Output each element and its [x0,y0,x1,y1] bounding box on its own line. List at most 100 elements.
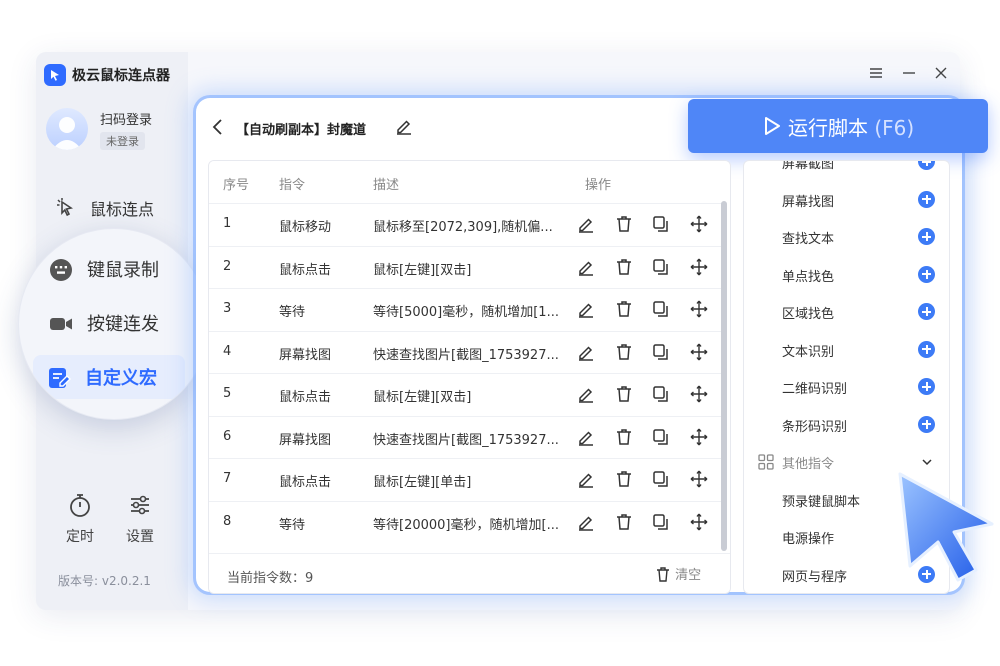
row-description: 鼠标[左键][单击] [373,475,472,490]
drag-move-icon[interactable] [690,343,708,361]
copy-icon[interactable] [652,428,670,446]
command-item[interactable]: 单点找色 [744,256,949,293]
drag-move-icon[interactable] [690,470,708,488]
add-command-icon[interactable] [918,190,935,208]
delete-icon[interactable] [615,300,633,318]
row-index: 2 [223,258,232,274]
add-command-icon[interactable] [918,161,935,170]
table-row[interactable]: 7 鼠标点击 鼠标[左键][单击] [209,458,723,501]
app-title: 极云鼠标连点器 [72,68,170,84]
row-command: 鼠标点击 [279,262,332,278]
command-label: 预录键鼠脚本 [782,494,861,510]
row-description: 快速查找图片[截图_1753927... [373,432,559,448]
add-command-icon[interactable] [918,303,935,320]
edit-icon[interactable] [577,470,595,488]
table-row[interactable]: 2 鼠标点击 鼠标[左键][双击] [209,245,723,289]
copy-icon[interactable] [652,513,670,531]
delete-icon[interactable] [615,428,633,446]
row-description: 快速查找图片[截图_1753927... [373,347,559,363]
delete-icon[interactable] [615,343,633,361]
edit-icon[interactable] [577,428,595,446]
add-command-icon[interactable] [918,415,935,433]
delete-icon[interactable] [615,258,633,276]
row-command: 鼠标点击 [279,475,332,490]
edit-icon[interactable] [577,258,595,276]
edit-icon[interactable] [577,343,595,361]
copy-icon[interactable] [652,258,670,276]
row-command: 鼠标点击 [279,390,332,405]
minimize-icon[interactable] [902,66,916,80]
nav-label: 按键连发 [87,314,159,335]
table-row[interactable]: 6 屏幕找图 快速查找图片[截图_1753927... [209,415,723,459]
add-command-icon[interactable] [918,340,935,358]
command-table: 序号 指令 描述 操作 1 鼠标移动 鼠标移至[2072,309],随机偏... 2 鼠… [208,160,731,594]
drag-move-icon[interactable] [690,513,708,531]
edit-icon[interactable] [577,513,595,531]
back-arrow-icon[interactable] [209,116,227,138]
copy-icon[interactable] [652,385,670,403]
add-command-icon[interactable] [918,228,935,245]
command-item[interactable]: 二维码识别 [744,368,949,405]
add-command-icon[interactable] [918,265,935,283]
command-item[interactable]: 文本识别 [744,331,949,368]
copy-icon[interactable] [652,343,670,361]
app-logo-icon [44,64,66,86]
delete-icon[interactable] [615,513,633,531]
table-row[interactable]: 3 等待 等待[5000]毫秒，随机增加[1... [209,288,723,331]
nav-item-key-repeat[interactable]: 按键连发 [29,301,209,345]
copy-icon[interactable] [652,470,670,488]
drag-move-icon[interactable] [690,215,708,233]
header-command: 指令 [279,178,306,193]
table-scrollbar[interactable] [721,201,727,551]
command-item[interactable]: 屏幕找图 [744,181,949,218]
table-row[interactable]: 1 鼠标移动 鼠标移至[2072,309],随机偏... [209,203,723,246]
row-command: 等待 [279,517,306,533]
table-row[interactable]: 8 等待 等待[20000]毫秒，随机增加[... [209,500,723,544]
table-footer: 当前指令数：9 清空 [209,553,730,593]
table-row[interactable]: 5 鼠标点击 鼠标[左键][双击] [209,373,723,416]
row-description: 等待[5000]毫秒，随机增加[1... [373,305,559,320]
settings-button[interactable]: 设置 [110,492,170,546]
delete-icon[interactable] [615,470,633,488]
command-label: 文本识别 [782,344,835,360]
row-index: 5 [223,386,232,401]
menu-icon[interactable] [869,66,883,80]
drag-move-icon[interactable] [690,428,708,446]
command-label: 网页与程序 [782,569,848,585]
nav-item-keyboard-record[interactable]: 键鼠录制 [29,247,209,291]
command-item[interactable]: 条形码识别 [744,406,949,443]
command-label: 区域找色 [782,307,835,322]
row-description: 鼠标[左键][双击] [373,262,472,278]
row-command: 屏幕找图 [279,432,332,448]
add-command-icon[interactable] [918,378,935,395]
macro-edit-icon [47,366,71,390]
edit-icon[interactable] [577,385,595,403]
command-label: 其他指令 [782,457,835,472]
command-item[interactable]: 屏幕截图 [744,161,949,180]
drag-move-icon[interactable] [690,300,708,318]
row-command: 鼠标移动 [279,220,332,235]
table-row[interactable]: 4 屏幕找图 快速查找图片[截图_1753927... [209,330,723,374]
edit-title-icon[interactable] [395,117,413,135]
command-item[interactable]: 区域找色 [744,293,949,330]
delete-icon[interactable] [615,215,633,233]
copy-icon[interactable] [652,300,670,318]
close-icon[interactable] [934,66,948,80]
edit-icon[interactable] [577,215,595,233]
avatar[interactable] [46,108,88,150]
row-index: 8 [223,513,232,529]
command-item[interactable]: 查找文本 [744,218,949,255]
edit-icon[interactable] [577,300,595,318]
delete-icon[interactable] [615,385,633,403]
timer-button[interactable]: 定时 [50,492,110,546]
nav-item-custom-macro[interactable]: 自定义宏 [33,355,185,399]
row-description: 等待[20000]毫秒，随机增加[... [373,517,559,533]
drag-move-icon[interactable] [690,385,708,403]
run-script-button[interactable]: 运行脚本 (F6) [688,99,988,153]
drag-move-icon[interactable] [690,258,708,276]
copy-icon[interactable] [652,215,670,233]
mouse-cursor-icon [898,472,994,582]
nav-item-mouse-click[interactable]: 鼠标连点 [36,184,188,228]
login-link[interactable]: 扫码登录 [100,109,152,128]
clear-button[interactable]: 清空 [655,564,701,583]
